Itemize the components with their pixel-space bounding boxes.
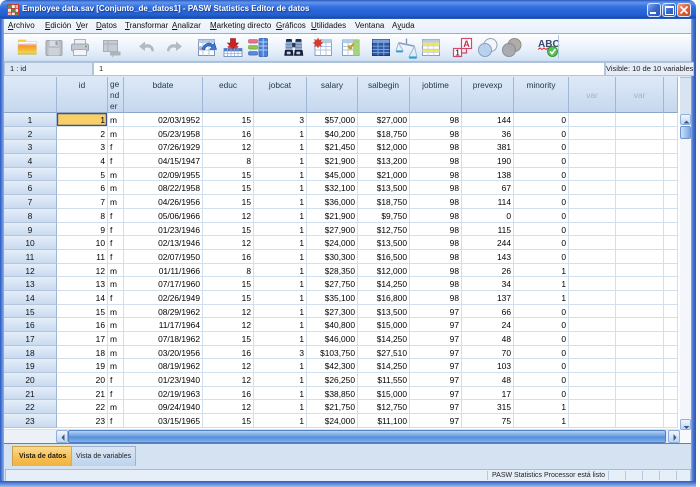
svg-text:A: A [463,39,470,49]
svg-text:1: 1 [455,48,460,57]
